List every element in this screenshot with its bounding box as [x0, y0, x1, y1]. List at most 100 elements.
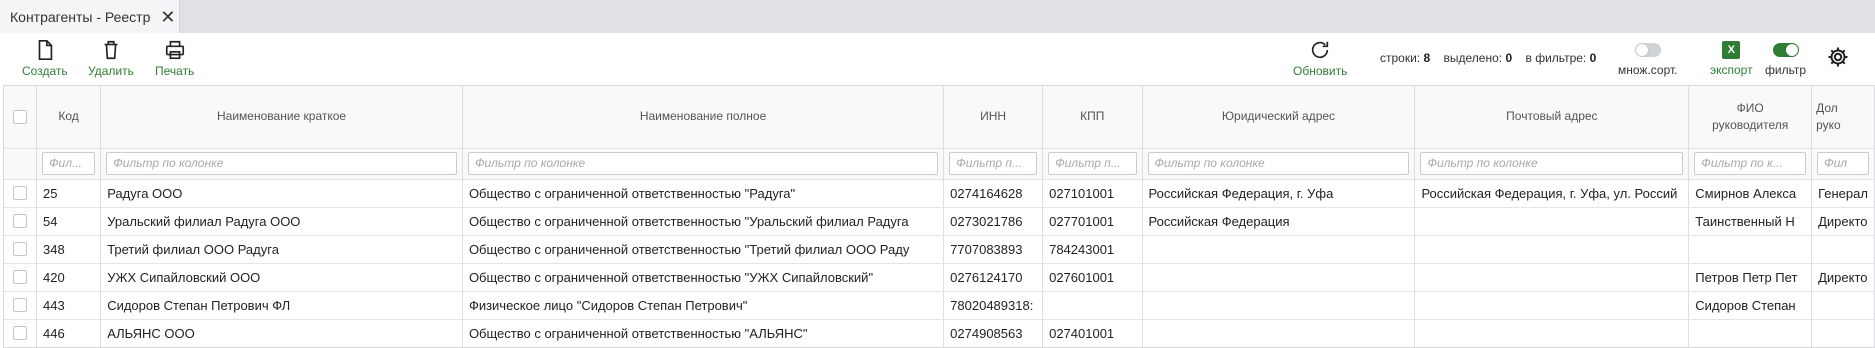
filter-input-legal-address[interactable] — [1147, 151, 1410, 175]
export-button[interactable]: X экспорт — [1710, 41, 1753, 77]
cell-legal-address — [1142, 319, 1416, 347]
cell-postal-address — [1414, 207, 1690, 236]
tab-counterparties-registry[interactable]: Контрагенты - Реестр ✕ — [0, 0, 180, 33]
col-header-director-fio[interactable]: ФИО руководителя — [1688, 86, 1813, 149]
row-checkbox[interactable] — [13, 242, 27, 256]
cell-full-name: Общество с ограниченной ответственностью… — [462, 207, 945, 236]
table-row[interactable]: 25 Радуга ООО Общество с ограниченной от… — [4, 179, 1875, 208]
cell-legal-address — [1142, 235, 1416, 264]
table-row[interactable]: 348 Третий филиал ООО Радуга Общество с … — [4, 235, 1875, 264]
cell-legal-address — [1142, 263, 1416, 292]
cell-director-fio: Таинственный Н — [1688, 207, 1813, 236]
cell-kpp: 027601001 — [1042, 263, 1143, 292]
print-button[interactable]: Печать — [155, 39, 194, 78]
rows-count-value: 8 — [1423, 51, 1431, 65]
refresh-icon — [1312, 41, 1329, 59]
cell-code: 25 — [36, 179, 102, 208]
col-header-kpp[interactable]: КПП — [1042, 86, 1143, 149]
cell-director-fio: Петров Петр Пет — [1688, 263, 1813, 292]
cell-director-position — [1811, 291, 1875, 320]
cell-director-position — [1811, 235, 1875, 264]
filter-input-short-name[interactable] — [106, 151, 457, 175]
cell-inn: 7707083893 — [943, 235, 1044, 264]
table-row[interactable]: 54 Уральский филиал Радуга ООО Общество … — [4, 207, 1875, 236]
cell-kpp: 027401001 — [1042, 319, 1143, 347]
cell-full-name: Физическое лицо "Сидоров Степан Петрович… — [462, 291, 945, 320]
table-row[interactable]: 420 УЖХ Сипайловский ООО Общество с огра… — [4, 263, 1875, 292]
create-label: Создать — [22, 64, 68, 78]
tab-title: Контрагенты - Реестр — [10, 8, 151, 25]
multisort-toggle[interactable]: множ.сорт. — [1618, 41, 1678, 77]
filter-switch[interactable] — [1772, 43, 1799, 57]
col-header-legal-address[interactable]: Юридический адрес — [1142, 86, 1416, 149]
create-button[interactable]: Создать — [22, 39, 68, 78]
director-pos-line1: Дол — [1816, 100, 1838, 115]
cell-code: 54 — [36, 207, 102, 236]
row-checkbox[interactable] — [13, 270, 27, 284]
cell-full-name: Общество с ограниченной ответственностью… — [462, 235, 945, 264]
filtered-count-value: 0 — [1589, 51, 1597, 65]
selected-count-label: выделено: — [1443, 51, 1503, 65]
cell-director-fio — [1688, 319, 1813, 347]
filter-toggle[interactable]: фильтр — [1765, 41, 1806, 77]
filter-input-postal-address[interactable] — [1420, 151, 1684, 175]
delete-button[interactable]: Удалить — [88, 39, 134, 78]
cell-short-name: Радуга ООО — [100, 179, 463, 208]
row-checkbox[interactable] — [13, 298, 27, 312]
cell-director-position: Генерал — [1811, 179, 1875, 208]
cell-postal-address — [1414, 319, 1690, 347]
cell-code: 420 — [36, 263, 102, 292]
cell-director-fio: Смирнов Алекса — [1688, 179, 1813, 208]
gear-icon[interactable] — [1826, 45, 1850, 69]
cell-legal-address: Российская Федерация — [1142, 207, 1416, 236]
printer-icon — [165, 40, 184, 60]
export-label: экспорт — [1710, 63, 1753, 77]
filter-input-kpp[interactable] — [1048, 151, 1137, 175]
cell-director-position: Директо — [1811, 207, 1875, 236]
cell-inn: 78020489318: — [943, 291, 1044, 320]
cell-legal-address — [1142, 291, 1416, 320]
filter-input-code[interactable] — [42, 151, 96, 175]
filter-input-full-name[interactable] — [467, 151, 939, 175]
table-row[interactable]: 446 АЛЬЯНС ООО Общество с ограниченной о… — [4, 319, 1875, 347]
director-fio-line1: ФИО — [1736, 100, 1764, 115]
cell-postal-address — [1414, 263, 1690, 292]
cell-inn: 0274164628 — [943, 179, 1044, 208]
filter-input-director-position[interactable] — [1817, 151, 1869, 175]
multisort-label: множ.сорт. — [1618, 63, 1678, 77]
row-checkbox[interactable] — [13, 326, 27, 340]
cell-legal-address: Российская Федерация, г. Уфа — [1142, 179, 1416, 208]
grid-stats: строки: 8 выделено: 0 в фильтре: 0 — [1380, 51, 1596, 65]
trash-icon — [104, 40, 118, 60]
cell-short-name: АЛЬЯНС ООО — [100, 319, 463, 347]
filter-label: фильтр — [1765, 63, 1807, 77]
table-row[interactable]: 443 Сидоров Степан Петрович ФЛ Физическо… — [4, 291, 1875, 320]
cell-code: 443 — [36, 291, 102, 320]
col-header-code[interactable]: Код — [36, 86, 102, 149]
cell-postal-address: Российская Федерация, г. Уфа, ул. Россий — [1414, 179, 1690, 208]
col-header-full-name[interactable]: Наименование полное — [462, 86, 945, 149]
tab-strip: Контрагенты - Реестр ✕ — [0, 0, 1875, 33]
cell-kpp: 027101001 — [1042, 179, 1143, 208]
col-header-director-position[interactable]: Дол руко — [1811, 86, 1875, 149]
refresh-button[interactable]: Обновить — [1293, 39, 1347, 78]
print-label: Печать — [155, 64, 195, 78]
close-icon[interactable]: ✕ — [160, 8, 175, 26]
row-checkbox[interactable] — [13, 214, 27, 228]
cell-inn: 0273021786 — [943, 207, 1044, 236]
col-header-short-name[interactable]: Наименование краткое — [100, 86, 463, 149]
cell-short-name: УЖХ Сипайловский ООО — [100, 263, 463, 292]
refresh-label: Обновить — [1293, 64, 1348, 78]
delete-label: Удалить — [88, 64, 134, 78]
col-header-inn[interactable]: ИНН — [943, 86, 1044, 149]
filter-input-director-fio[interactable] — [1694, 151, 1807, 175]
select-all-checkbox[interactable] — [13, 109, 27, 124]
cell-postal-address — [1414, 291, 1690, 320]
grid-table: Код Наименование краткое Наименование по… — [4, 86, 1875, 347]
multisort-switch[interactable] — [1634, 43, 1661, 57]
row-checkbox[interactable] — [13, 186, 27, 200]
select-all-cell — [4, 86, 37, 149]
filter-input-inn[interactable] — [949, 151, 1038, 175]
col-header-postal-address[interactable]: Почтовый адрес — [1414, 86, 1690, 149]
rows-count-label: строки: — [1380, 51, 1421, 65]
